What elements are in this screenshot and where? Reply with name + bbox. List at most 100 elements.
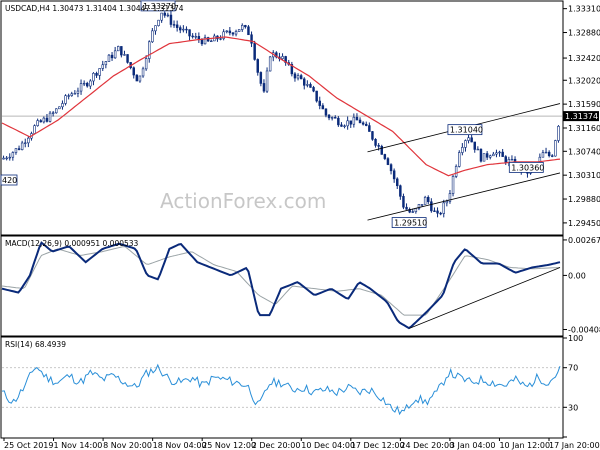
- candle-body: [430, 201, 433, 212]
- x-axis: 25 Oct 2019 1 Nov 14:00 8 Nov 20:00 18 Nov …: [3, 438, 600, 450]
- candle-body: [389, 164, 393, 172]
- candle-body: [113, 50, 117, 59]
- x-tick-label: 1 Nov 14:00: [54, 441, 103, 450]
- candle-body: [179, 27, 182, 31]
- candle-body: [358, 119, 362, 124]
- candle-body: [132, 67, 135, 76]
- candle-body: [154, 25, 157, 32]
- candle-body: [231, 32, 235, 35]
- macd-signal-line: [1, 246, 561, 316]
- candle-body: [101, 64, 104, 69]
- candle-body: [17, 148, 21, 150]
- candle-body: [296, 75, 300, 79]
- candle-body: [33, 125, 36, 134]
- candle-body: [557, 126, 560, 141]
- rsi-title: RSI(14) 68.4939: [5, 340, 66, 349]
- x-tick-label: 8 Nov 20:00: [103, 441, 152, 450]
- price-y-tick-label: 1.30310: [568, 171, 600, 180]
- candle-body: [470, 137, 473, 143]
- candle-body: [185, 28, 188, 31]
- candle-body: [247, 26, 250, 36]
- candle-body: [299, 75, 303, 80]
- x-tick-label: 10 Dec 04:00: [301, 441, 355, 450]
- left-edge-label: 420: [2, 176, 17, 185]
- candle-body: [8, 156, 11, 159]
- macd-line: [1, 241, 561, 330]
- watermark: ActionForex.com: [160, 189, 326, 213]
- candle-body: [120, 46, 123, 56]
- candle-body: [368, 125, 371, 132]
- candle-body: [442, 202, 445, 214]
- candle-body: [330, 117, 334, 119]
- candle-body: [228, 30, 232, 34]
- price-y-tick-label: 1.32880: [568, 29, 600, 38]
- macd-trendline: [409, 267, 561, 329]
- candle-body: [349, 120, 352, 125]
- candle-body: [95, 73, 98, 76]
- candle-body: [473, 141, 476, 150]
- candle-body: [454, 166, 458, 177]
- candle-body: [92, 73, 95, 82]
- candle-body: [423, 196, 427, 205]
- candle-body: [309, 84, 312, 88]
- candle-body: [82, 82, 86, 85]
- rsi-y-tick-label: 100: [568, 334, 583, 343]
- price-annotation: 1.29510: [394, 219, 427, 228]
- candle-body: [383, 154, 387, 159]
- candle-body: [234, 31, 238, 35]
- candle-body: [374, 139, 377, 146]
- candle-body: [210, 40, 213, 43]
- candle-body: [141, 68, 145, 77]
- candle-body: [439, 212, 442, 215]
- candle-body: [510, 158, 514, 161]
- candle-body: [262, 83, 266, 92]
- moving-average-line: [1, 36, 561, 177]
- candle-body: [89, 80, 92, 87]
- candle-body: [70, 93, 73, 96]
- candle-body: [498, 151, 501, 154]
- candle-body: [504, 156, 507, 164]
- candle-body: [482, 153, 486, 162]
- candle-body: [250, 34, 253, 44]
- candle-body: [427, 196, 430, 203]
- price-y-tick-label: 1.32420: [568, 54, 600, 63]
- candle-body: [117, 46, 120, 52]
- candle-body: [551, 155, 554, 157]
- candle-body: [461, 147, 464, 153]
- candle-body: [352, 116, 356, 125]
- candle-body: [135, 74, 139, 82]
- candle-body: [445, 200, 449, 204]
- candle-body: [27, 137, 30, 144]
- candle-body: [293, 73, 297, 79]
- candle-body: [321, 105, 325, 110]
- candle-body: [414, 208, 418, 212]
- candle-body: [188, 29, 191, 37]
- candle-body: [402, 196, 405, 208]
- candle-body: [191, 35, 194, 38]
- candle-body: [265, 70, 269, 92]
- macd-y-tick-label: 0.00: [568, 271, 586, 280]
- candle-body: [495, 152, 498, 155]
- candle-body: [64, 95, 67, 104]
- candle-body: [554, 140, 557, 157]
- candle-body: [547, 151, 551, 157]
- candle-body: [396, 178, 399, 187]
- candle-body: [104, 61, 108, 66]
- candle-body: [144, 58, 148, 70]
- candle-body: [492, 153, 495, 157]
- candle-body: [433, 210, 436, 212]
- candle-body: [312, 87, 315, 92]
- candle-body: [380, 146, 383, 155]
- candle-body: [541, 152, 545, 158]
- candle-body: [485, 153, 489, 158]
- macd-panel-frame: [0, 235, 564, 337]
- macd-y-tick-label: 0.002679: [568, 236, 600, 245]
- candle-body: [476, 148, 480, 151]
- candle-body: [157, 19, 160, 26]
- candle-body: [126, 54, 129, 63]
- candle-body: [175, 24, 179, 28]
- candle-body: [241, 25, 244, 30]
- candle-body: [73, 93, 77, 95]
- price-y-tick-label: 1.31590: [568, 100, 600, 109]
- candle-body: [42, 117, 46, 123]
